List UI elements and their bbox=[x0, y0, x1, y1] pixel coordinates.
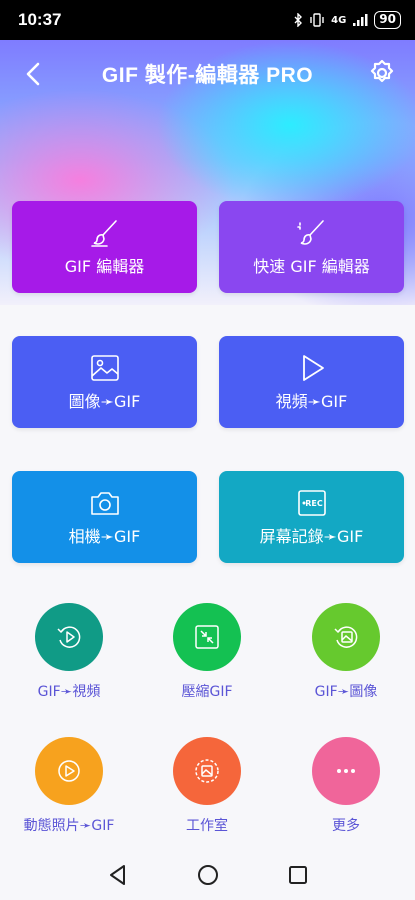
system-nav-bar bbox=[0, 850, 415, 900]
compress-icon bbox=[195, 625, 219, 649]
card-label: 屏幕記錄➛GIF bbox=[259, 527, 364, 546]
video-to-gif-button[interactable]: 視頻➛GIF bbox=[219, 336, 404, 428]
signal-icon bbox=[353, 14, 368, 26]
tool-circle bbox=[173, 603, 241, 671]
tool-circle bbox=[312, 603, 380, 671]
status-time: 10:37 bbox=[18, 10, 62, 29]
nav-back-icon[interactable] bbox=[105, 862, 131, 888]
gif-to-video-icon bbox=[57, 626, 81, 648]
camera-to-gif-button[interactable]: 相機➛GIF bbox=[12, 471, 197, 563]
network-type: 4G bbox=[331, 14, 347, 26]
more-icon bbox=[337, 769, 355, 773]
card-label: GIF 編輯器 bbox=[64, 257, 145, 276]
card-label: 視頻➛GIF bbox=[275, 392, 348, 411]
battery-indicator: 90 bbox=[374, 11, 401, 29]
studio-button[interactable]: 工作室 bbox=[147, 737, 267, 847]
tool-label: 工作室 bbox=[186, 818, 228, 834]
live-photo-icon bbox=[58, 760, 80, 782]
tool-label: GIF➛視頻 bbox=[37, 684, 101, 700]
page-title: GIF 製作-編輯器 PRO bbox=[101, 64, 314, 87]
status-bar: 10:37 4G 90 bbox=[0, 0, 415, 40]
nav-home-icon[interactable] bbox=[195, 862, 221, 888]
gif-to-image-icon bbox=[334, 626, 358, 648]
studio-icon bbox=[195, 759, 219, 783]
status-icons: 4G 90 bbox=[293, 11, 401, 29]
tool-label: 壓縮GIF bbox=[181, 684, 233, 700]
card-label: 圖像➛GIF bbox=[68, 392, 141, 411]
tool-label: GIF➛圖像 bbox=[314, 684, 378, 700]
gif-to-video-button[interactable]: GIF➛視頻 bbox=[9, 603, 129, 713]
bluetooth-icon bbox=[294, 13, 303, 27]
toolbar: GIF 製作-編輯器 PRO bbox=[0, 50, 415, 98]
quick-brush-icon bbox=[296, 220, 324, 245]
tool-label: 動態照片➛GIF bbox=[23, 818, 115, 834]
card-label: 相機➛GIF bbox=[68, 527, 141, 546]
gif-to-image-button[interactable]: GIF➛圖像 bbox=[286, 603, 406, 713]
tool-circle bbox=[173, 737, 241, 805]
quick-gif-editor-button[interactable]: 快速 GIF 編輯器 bbox=[219, 201, 404, 293]
image-to-gif-button[interactable]: 圖像➛GIF bbox=[12, 336, 197, 428]
vibrate-icon bbox=[310, 13, 324, 27]
card-label: 快速 GIF 編輯器 bbox=[253, 257, 370, 276]
back-button[interactable] bbox=[20, 60, 48, 88]
tool-circle bbox=[35, 737, 103, 805]
brush-icon bbox=[90, 220, 117, 247]
gif-editor-button[interactable]: GIF 編輯器 bbox=[12, 201, 197, 293]
live-photo-to-gif-button[interactable]: 動態照片➛GIF bbox=[9, 737, 129, 847]
compress-gif-button[interactable]: 壓縮GIF bbox=[147, 603, 267, 713]
more-button[interactable]: 更多 bbox=[286, 737, 406, 847]
play-icon bbox=[302, 355, 324, 381]
camera-icon bbox=[90, 492, 119, 515]
image-icon bbox=[90, 355, 119, 381]
screen-record-to-gif-button[interactable]: REC 屏幕記錄➛GIF bbox=[219, 471, 404, 563]
svg-text:REC: REC bbox=[305, 499, 323, 508]
settings-button[interactable] bbox=[367, 58, 397, 88]
tool-circle bbox=[312, 737, 380, 805]
tool-circle bbox=[35, 603, 103, 671]
rec-icon: REC bbox=[297, 490, 326, 516]
nav-recents-icon[interactable] bbox=[285, 862, 311, 888]
tool-label: 更多 bbox=[332, 818, 360, 834]
